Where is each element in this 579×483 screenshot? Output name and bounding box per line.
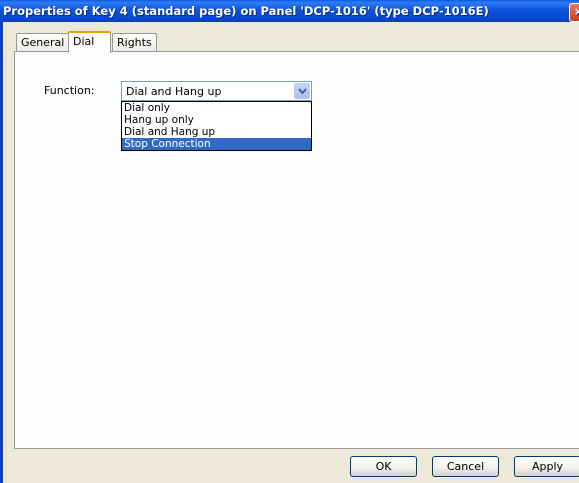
title-bar[interactable]: Properties of Key 4 (standard page) on P… [0,0,579,22]
tab-rights-label: Rights [117,36,152,49]
function-dropdown-list: Dial only Hang up only Dial and Hang up … [121,101,312,151]
cancel-button-label: Cancel [446,460,485,473]
option-dial-only[interactable]: Dial only [122,102,311,114]
function-label: Function: [44,84,95,97]
tab-dial-label: Dial [73,35,95,48]
dial-tab-panel: Function: Dial and Hang up Dial only Han… [14,51,579,449]
ok-button[interactable]: OK [350,456,417,477]
option-dial-and-hang-up[interactable]: Dial and Hang up [122,126,311,138]
dropdown-arrow-button[interactable] [294,83,310,99]
close-icon: × [573,5,579,18]
chevron-down-icon [298,88,307,95]
tab-rights[interactable]: Rights [112,33,157,51]
option-hang-up-only[interactable]: Hang up only [122,114,311,126]
properties-dialog: Properties of Key 4 (standard page) on P… [0,0,579,483]
tab-dial[interactable]: Dial [68,31,111,53]
apply-button-label: Apply [531,460,564,473]
cancel-button[interactable]: Cancel [432,456,499,477]
tab-general[interactable]: General [16,33,70,51]
function-select-value: Dial and Hang up [126,85,222,98]
ok-button-label: OK [375,460,392,473]
function-select[interactable]: Dial and Hang up [121,81,312,101]
window-title: Properties of Key 4 (standard page) on P… [3,4,489,18]
option-stop-connection[interactable]: Stop Connection [122,138,311,150]
close-button[interactable]: × [569,3,579,22]
tab-general-label: General [21,36,65,49]
apply-button[interactable]: Apply [514,456,579,477]
